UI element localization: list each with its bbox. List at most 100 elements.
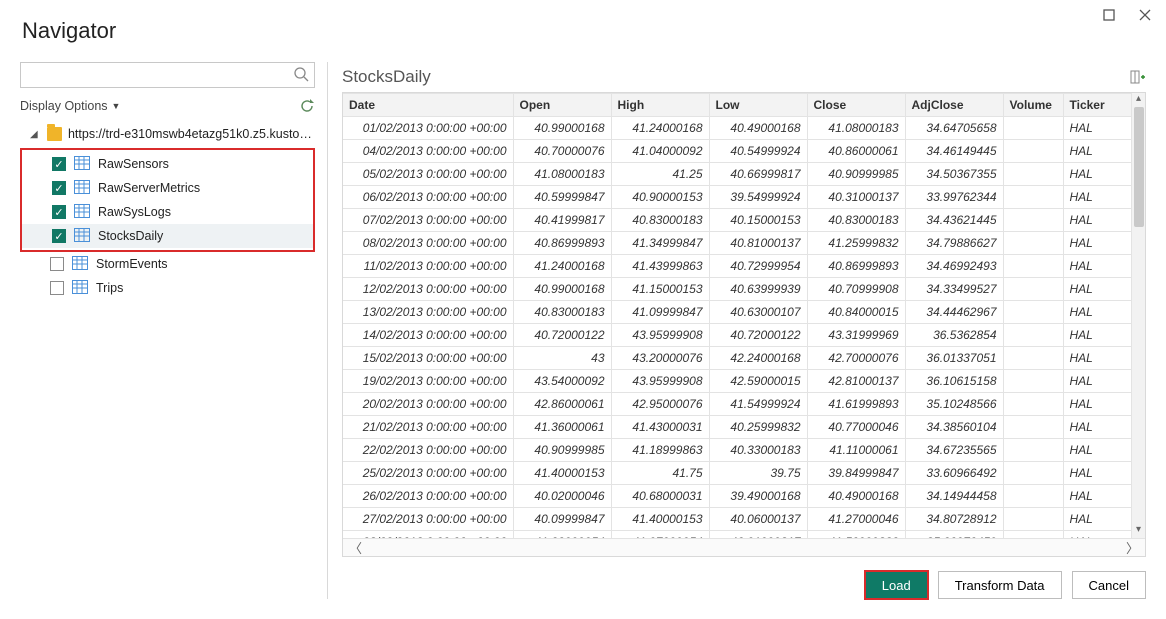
cell: 43.31999969	[807, 324, 905, 347]
cell: HAL	[1063, 278, 1131, 301]
tree-item-rawsensors[interactable]: ✓RawSensors	[22, 152, 313, 176]
table-row[interactable]: 05/02/2013 0:00:00 +00:0041.0800018341.2…	[343, 163, 1131, 186]
cell: 39.84999847	[807, 462, 905, 485]
table-row[interactable]: 06/02/2013 0:00:00 +00:0040.5999984740.9…	[343, 186, 1131, 209]
cell: 15/02/2013 0:00:00 +00:00	[343, 347, 513, 370]
column-header[interactable]: AdjClose	[905, 94, 1003, 117]
column-header[interactable]: Close	[807, 94, 905, 117]
table-icon	[74, 228, 90, 245]
table-row[interactable]: 19/02/2013 0:00:00 +00:0043.5400009243.9…	[343, 370, 1131, 393]
table-row[interactable]: 04/02/2013 0:00:00 +00:0040.7000007641.0…	[343, 140, 1131, 163]
tree-item-stormevents[interactable]: StormEvents	[20, 252, 315, 276]
cell: HAL	[1063, 439, 1131, 462]
cell: 28/02/2013 0:00:00 +00:00	[343, 531, 513, 539]
refresh-icon[interactable]	[299, 98, 315, 114]
cell: HAL	[1063, 140, 1131, 163]
checkbox[interactable]: ✓	[52, 157, 66, 171]
cell: 34.79886627	[905, 232, 1003, 255]
cell: 40.54999924	[709, 140, 807, 163]
cell: HAL	[1063, 416, 1131, 439]
cell: 40.63999939	[709, 278, 807, 301]
cell	[1003, 416, 1063, 439]
tree-item-rawsyslogs[interactable]: ✓ RawSysLogs	[22, 200, 313, 224]
cell: HAL	[1063, 462, 1131, 485]
table-icon	[74, 156, 90, 173]
tree-item-label: StormEvents	[96, 257, 168, 271]
cell: 36.10615158	[905, 370, 1003, 393]
table-row[interactable]: 26/02/2013 0:00:00 +00:0040.0200004640.6…	[343, 485, 1131, 508]
column-header[interactable]: Ticker	[1063, 94, 1131, 117]
table-row[interactable]: 08/02/2013 0:00:00 +00:0040.8699989341.3…	[343, 232, 1131, 255]
cell: 34.44462967	[905, 301, 1003, 324]
table-row[interactable]: 27/02/2013 0:00:00 +00:0040.0999984741.4…	[343, 508, 1131, 531]
table-row[interactable]: 12/02/2013 0:00:00 +00:0040.9900016841.1…	[343, 278, 1131, 301]
table-row[interactable]: 15/02/2013 0:00:00 +00:004343.2000007642…	[343, 347, 1131, 370]
cell: 43.20000076	[611, 347, 709, 370]
cell: 41.24000168	[513, 255, 611, 278]
add-column-icon[interactable]	[1130, 69, 1146, 85]
table-row[interactable]: 28/02/2013 0:00:00 +00:0041.2299995441.9…	[343, 531, 1131, 539]
table-icon	[72, 280, 88, 297]
cell	[1003, 163, 1063, 186]
tree-item-stocksdaily[interactable]: ✓StocksDaily	[22, 224, 313, 248]
table-row[interactable]: 22/02/2013 0:00:00 +00:0040.9099998541.1…	[343, 439, 1131, 462]
scroll-left-icon[interactable]: 〈	[349, 538, 362, 557]
table-row[interactable]: 07/02/2013 0:00:00 +00:0040.4199981740.8…	[343, 209, 1131, 232]
cell: 04/02/2013 0:00:00 +00:00	[343, 140, 513, 163]
cell: 25/02/2013 0:00:00 +00:00	[343, 462, 513, 485]
cell: 41.61999893	[807, 393, 905, 416]
cell	[1003, 301, 1063, 324]
cell: 13/02/2013 0:00:00 +00:00	[343, 301, 513, 324]
cancel-button[interactable]: Cancel	[1072, 571, 1146, 599]
table-row[interactable]: 01/02/2013 0:00:00 +00:0040.9900016841.2…	[343, 117, 1131, 140]
highlighted-selection: ✓RawSensors✓RawServerMetrics✓RawSysLogs✓…	[20, 148, 315, 252]
cell	[1003, 393, 1063, 416]
transform-data-button[interactable]: Transform Data	[938, 571, 1062, 599]
cell: 40.72999954	[709, 255, 807, 278]
cell: 22/02/2013 0:00:00 +00:00	[343, 439, 513, 462]
cell: 40.91999817	[709, 531, 807, 539]
cell: 41.08000183	[807, 117, 905, 140]
horizontal-scrollbar[interactable]: 〈 〉	[343, 538, 1145, 556]
scroll-right-icon[interactable]: 〉	[1126, 538, 1139, 557]
column-header[interactable]: High	[611, 94, 709, 117]
checkbox[interactable]: ✓	[52, 181, 66, 195]
tree-item-trips[interactable]: Trips	[20, 276, 315, 300]
tree-root[interactable]: ◢ https://trd-e310mswb4etazg51k0.z5.kust…	[20, 122, 315, 146]
column-header[interactable]: Open	[513, 94, 611, 117]
cell: 34.38560104	[905, 416, 1003, 439]
vertical-scrollbar[interactable]: ▴ ▾	[1131, 93, 1145, 538]
folder-icon	[47, 127, 62, 141]
cell: 41.18999863	[611, 439, 709, 462]
cell: HAL	[1063, 209, 1131, 232]
checkbox[interactable]: ✓	[52, 205, 66, 219]
chevron-down-icon: ▼	[112, 101, 121, 111]
scroll-thumb[interactable]	[1134, 107, 1144, 227]
close-button[interactable]	[1134, 4, 1156, 26]
checkbox[interactable]: ✓	[52, 229, 66, 243]
checkbox[interactable]	[50, 281, 64, 295]
tree-item-rawservermetrics[interactable]: ✓RawServerMetrics	[22, 176, 313, 200]
search-input[interactable]	[20, 62, 315, 88]
display-options-dropdown[interactable]: Display Options ▼	[20, 99, 120, 113]
collapse-toggle[interactable]: ◢	[30, 129, 41, 140]
table-row[interactable]: 25/02/2013 0:00:00 +00:0041.4000015341.7…	[343, 462, 1131, 485]
maximize-button[interactable]	[1098, 4, 1120, 26]
search-icon[interactable]	[293, 66, 309, 82]
table-row[interactable]: 11/02/2013 0:00:00 +00:0041.2400016841.4…	[343, 255, 1131, 278]
table-row[interactable]: 20/02/2013 0:00:00 +00:0042.8600006142.9…	[343, 393, 1131, 416]
table-row[interactable]: 14/02/2013 0:00:00 +00:0040.7200012243.9…	[343, 324, 1131, 347]
column-header[interactable]: Date	[343, 94, 513, 117]
table-row[interactable]: 21/02/2013 0:00:00 +00:0041.3600006141.4…	[343, 416, 1131, 439]
scroll-down-icon[interactable]: ▾	[1136, 524, 1141, 538]
preview-title: StocksDaily	[342, 67, 431, 87]
table-row[interactable]: 13/02/2013 0:00:00 +00:0040.8300018341.0…	[343, 301, 1131, 324]
column-header[interactable]: Low	[709, 94, 807, 117]
checkbox[interactable]	[50, 257, 64, 271]
column-header[interactable]: Volume	[1003, 94, 1063, 117]
cell: 40.63000107	[709, 301, 807, 324]
cell: 40.09999847	[513, 508, 611, 531]
load-button[interactable]: Load	[865, 571, 928, 599]
tree-item-label: RawSysLogs	[98, 205, 171, 219]
scroll-up-icon[interactable]: ▴	[1136, 93, 1141, 107]
